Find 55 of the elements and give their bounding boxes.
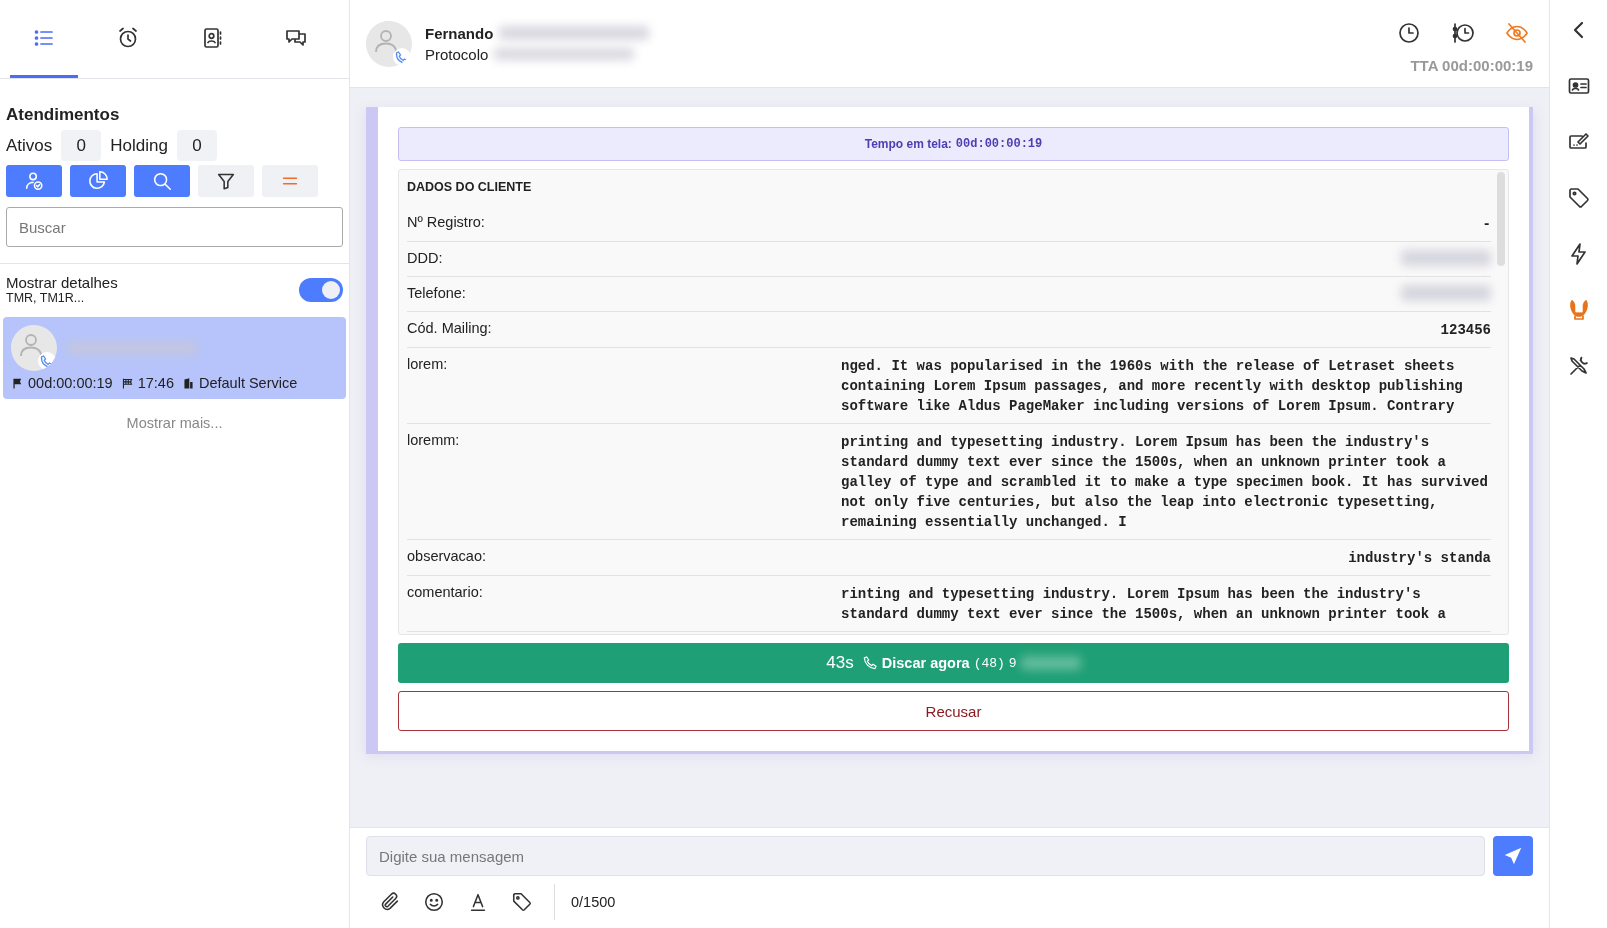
duration-text: 00d:00:00:19 bbox=[28, 375, 113, 391]
details-label: Mostrar detalhes bbox=[6, 274, 118, 291]
pie-icon bbox=[87, 170, 109, 192]
counter-label: Holding bbox=[110, 135, 168, 156]
alarm-icon bbox=[116, 25, 140, 50]
time-text: 17:46 bbox=[137, 375, 174, 391]
panel-title: DADOS DO CLIENTE bbox=[407, 179, 533, 196]
field-value: nged. It was popularised in the 1960s with the release of Letraset sheets containing Lorem Ipsum passages, and more recently with desktop publishing software like Aldus PageMaker including versions of Lorem Ipsum. Contrary bbox=[841, 357, 1464, 416]
field-value: rinting and typesetting industry. Lorem Ipsum has been the industry's standard dummy text ever since the 1500s, when an unknown printer took a bbox=[841, 585, 1447, 624]
field-label: Telefone: bbox=[407, 285, 466, 303]
search-field[interactable]: Buscar bbox=[6, 207, 343, 247]
details-summary: TMR, TM1R... bbox=[6, 291, 86, 305]
counter-value: 0 bbox=[176, 130, 217, 161]
conversation-item[interactable]: 00d:00:00:19 17:46 Default Service bbox=[3, 317, 346, 399]
send-button[interactable] bbox=[1493, 836, 1533, 876]
eye-off-icon bbox=[1505, 21, 1529, 45]
character-counter: 0/1500 bbox=[554, 884, 616, 920]
field-label: DDD: bbox=[407, 250, 443, 268]
message-field[interactable]: Digite sua mensagem bbox=[366, 836, 1485, 876]
field-label: Cód. Mailing: bbox=[407, 320, 492, 338]
toggle-switch[interactable] bbox=[299, 277, 343, 302]
service-text: Default Service bbox=[198, 375, 298, 391]
clock-icon bbox=[1397, 21, 1421, 45]
tag-icon bbox=[511, 891, 533, 913]
field-value: 123456 bbox=[1440, 321, 1491, 340]
avatar-icon bbox=[366, 20, 412, 67]
avatar-icon bbox=[11, 325, 57, 371]
section-title: Atendimentos bbox=[6, 105, 121, 125]
building-icon bbox=[181, 376, 195, 390]
field-label: comentario: bbox=[407, 584, 483, 602]
field-label: observacao: bbox=[407, 548, 486, 566]
field-value: - bbox=[1482, 215, 1491, 234]
tag-icon bbox=[1566, 186, 1591, 210]
checkered-flag-icon bbox=[120, 376, 134, 390]
counter-value: 0 bbox=[61, 130, 102, 161]
flag-icon bbox=[11, 376, 24, 390]
phone-icon bbox=[861, 655, 878, 671]
field-label: lorem: bbox=[407, 356, 448, 374]
show-more-link[interactable]: Mostrar mais... bbox=[0, 415, 349, 431]
refuse-button[interactable]: Recusar bbox=[398, 691, 1509, 731]
contact-name: Fernando bbox=[425, 24, 494, 42]
timeline-icon bbox=[1451, 21, 1475, 45]
emoji-icon bbox=[423, 891, 445, 913]
field-value: industry's standa bbox=[1348, 549, 1491, 568]
attach-icon bbox=[379, 891, 401, 913]
protocol-label: Protocolo bbox=[425, 45, 489, 63]
toolbar-button[interactable] bbox=[198, 165, 254, 197]
field-value: printing and typesetting industry. Lorem Ipsum has been the industry's standard dummy text ever since the 1500s, when an unknown printer took a galley of type and scrambled it to make a type specimen book. It has survived not only five centuries, but also the leap into electronic typesetting, remaining essentially unchanged. I bbox=[841, 433, 1489, 532]
tta-timer: TTA 00d:00:00:19 bbox=[1410, 57, 1533, 74]
user-check-icon bbox=[23, 170, 45, 192]
screen-time-banner: Tempo em tela: 00d:00:00:19 bbox=[398, 127, 1509, 161]
counter-label: Ativos bbox=[6, 135, 53, 156]
field-label: loremm: bbox=[407, 432, 460, 450]
search-icon bbox=[151, 170, 173, 192]
field-label: Nº Registro: bbox=[407, 214, 485, 232]
